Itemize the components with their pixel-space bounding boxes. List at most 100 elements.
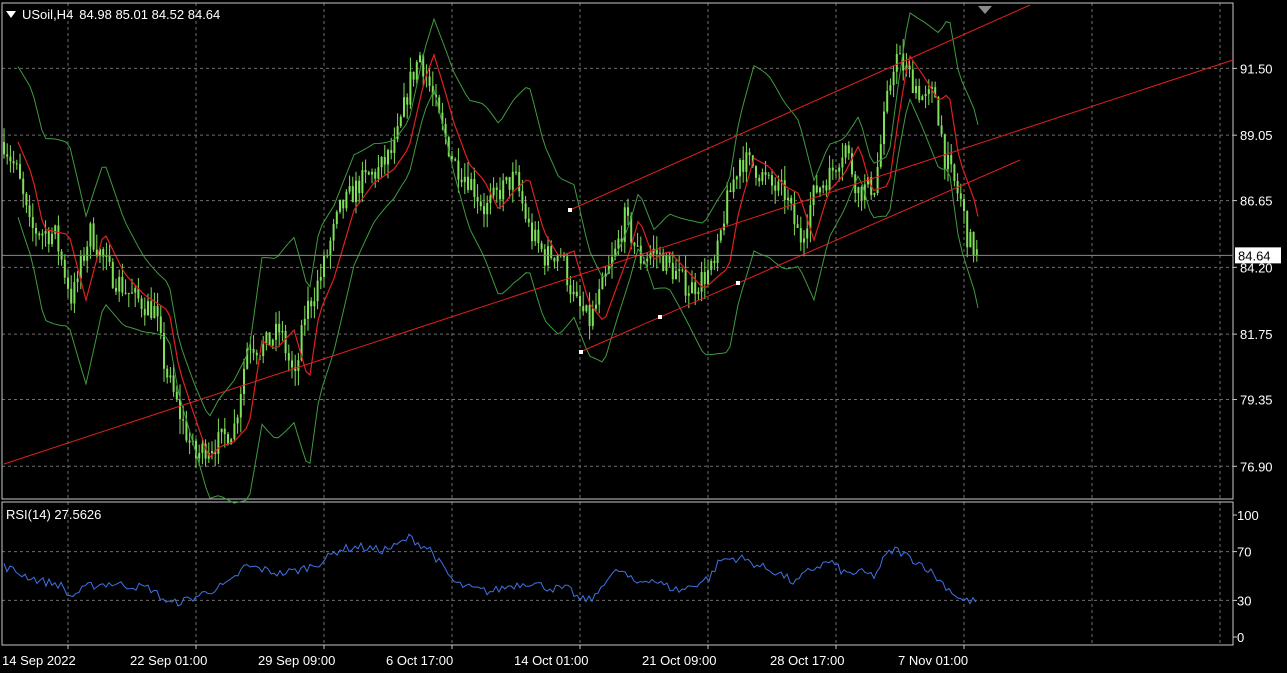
rsi-tick-label: 30: [1237, 593, 1251, 608]
candle-body: [6, 154, 9, 157]
candle-body: [831, 167, 834, 171]
candle-body: [505, 177, 508, 181]
candle-body: [681, 269, 684, 271]
candle-body: [463, 176, 466, 183]
candle-body: [617, 238, 620, 249]
candle-body: [710, 260, 713, 271]
candle-body: [457, 160, 460, 180]
candle-body: [374, 171, 377, 179]
candle-body: [719, 230, 722, 241]
rsi-tick-label: 100: [1237, 508, 1259, 523]
candle-body: [489, 195, 492, 203]
candle-body: [777, 181, 780, 191]
candle-body: [803, 238, 805, 243]
candle-body: [67, 277, 69, 289]
candle-body: [678, 269, 681, 271]
candle-body: [310, 300, 313, 307]
candle-body: [233, 423, 236, 440]
price-tick-label: 79.35: [1240, 393, 1273, 408]
candle-body: [927, 89, 930, 94]
candle-body: [492, 187, 495, 196]
trading-chart[interactable]: 91.5089.0586.6584.2081.7579.3576.9084.64…: [0, 0, 1287, 673]
candle-body: [825, 185, 828, 191]
price-tick-label: 86.65: [1240, 194, 1273, 209]
candle-body: [249, 348, 252, 350]
candle-body: [44, 231, 47, 234]
candle-body: [380, 156, 383, 168]
candle-body: [534, 229, 537, 242]
current-price-label: 84.64: [1238, 248, 1271, 263]
candle-body: [812, 185, 815, 205]
candle-body: [895, 53, 898, 72]
candle-body: [835, 170, 837, 172]
candle-body: [595, 304, 597, 309]
candle-body: [217, 432, 220, 454]
candle-body: [393, 139, 396, 153]
candle-body: [166, 368, 169, 378]
candle-body: [383, 156, 386, 165]
candle-body: [873, 193, 876, 196]
candle-body: [319, 276, 322, 281]
candle-body: [937, 97, 940, 126]
price-tick-label: 81.75: [1240, 327, 1273, 342]
candle-body: [329, 240, 332, 256]
candle-body: [947, 155, 949, 170]
time-tick-label: 14 Sep 2022: [2, 653, 76, 668]
candle-body: [419, 55, 421, 63]
candle-body: [118, 276, 121, 292]
candle-body: [921, 96, 924, 101]
time-tick-label: 14 Oct 01:00: [514, 653, 588, 668]
candle-body: [255, 352, 258, 356]
candle-body: [131, 292, 133, 294]
dropdown-triangle-icon[interactable]: [6, 11, 16, 18]
candle-body: [361, 170, 364, 194]
candle-body: [223, 428, 226, 435]
candle-body: [659, 252, 661, 254]
candle-body: [28, 205, 31, 218]
candle-body: [281, 330, 284, 333]
candle-body: [3, 141, 5, 155]
channel-anchor-point: [579, 350, 583, 354]
candle-body: [335, 211, 338, 225]
candle-body: [342, 199, 345, 209]
candle-body: [364, 170, 367, 173]
candle-body: [115, 287, 117, 292]
candle-body: [508, 177, 511, 190]
candle-body: [150, 301, 153, 319]
candle-body: [572, 291, 575, 295]
candle-body: [243, 368, 245, 395]
candle-body: [460, 179, 463, 183]
candle-body: [284, 330, 287, 354]
candle-body: [716, 240, 719, 264]
candle-body: [163, 333, 165, 369]
symbol-timeframe: USoil,H4: [22, 7, 74, 22]
candle-body: [844, 145, 847, 158]
time-tick-label: 29 Sep 09:00: [258, 653, 335, 668]
candle-body: [764, 172, 767, 175]
candle-body: [790, 197, 793, 204]
candle-body: [924, 93, 927, 97]
candle-body: [76, 278, 79, 283]
rsi-tick-label: 0: [1237, 630, 1244, 645]
candle-body: [966, 210, 969, 248]
candle-body: [943, 134, 946, 170]
candle-body: [591, 308, 594, 327]
candle-body: [412, 71, 415, 80]
candle-body: [691, 282, 693, 294]
candle-body: [879, 144, 882, 167]
candle-body: [332, 224, 335, 241]
candle-body: [684, 269, 687, 296]
candle-body: [735, 176, 738, 180]
candle-body: [159, 316, 162, 334]
candle-body: [918, 86, 921, 101]
candle-body: [124, 292, 127, 294]
candle-body: [371, 171, 373, 175]
candle-body: [847, 145, 850, 154]
candle-body: [787, 197, 789, 201]
candle-body: [940, 125, 943, 135]
candle-body: [127, 292, 130, 294]
candle-body: [687, 293, 690, 296]
candle-body: [358, 180, 361, 194]
candle-body: [153, 305, 156, 319]
candle-body: [540, 243, 543, 250]
